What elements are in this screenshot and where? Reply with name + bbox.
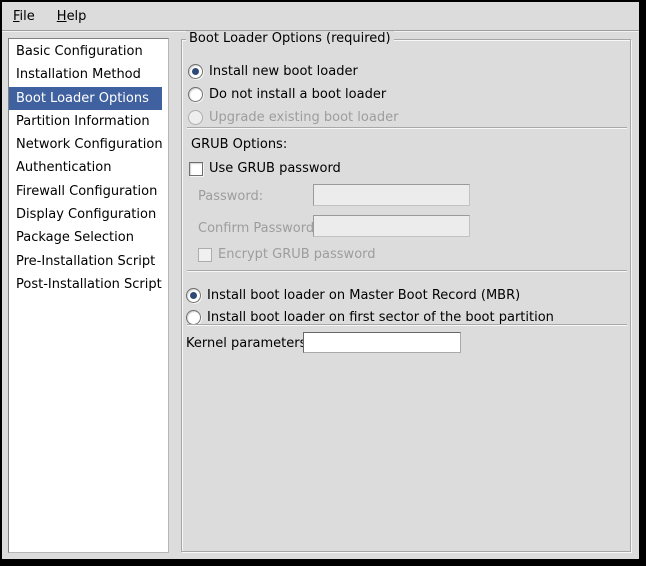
menu-help-label: elp	[67, 9, 87, 24]
use-grub-password-checkbox[interactable]	[189, 162, 203, 176]
upgrade-existing-label: Upgrade existing boot loader	[209, 110, 398, 125]
install-new-boot-loader-radio[interactable]	[188, 64, 203, 79]
separator	[187, 324, 627, 326]
kickstart-configurator-window: File Help Basic Configuration Installati…	[2, 2, 639, 559]
password-field	[313, 184, 470, 206]
sidebar-item-network-configuration[interactable]: Network Configuration	[9, 133, 162, 156]
sidebar-item-installation-method[interactable]: Installation Method	[9, 63, 162, 86]
install-on-first-sector-label[interactable]: Install boot loader on first sector of t…	[207, 310, 554, 325]
use-grub-password-label[interactable]: Use GRUB password	[209, 161, 341, 176]
confirm-password-label: Confirm Password:	[198, 221, 318, 236]
encrypt-grub-password-checkbox	[198, 248, 212, 262]
install-new-boot-loader-label[interactable]: Install new boot loader	[209, 64, 358, 79]
sidebar-item-pre-installation-script[interactable]: Pre-Installation Script	[9, 250, 162, 273]
sidebar-item-post-installation-script[interactable]: Post-Installation Script	[9, 273, 162, 296]
menu-help-mnemonic: H	[57, 9, 67, 24]
separator	[187, 127, 627, 129]
install-on-first-sector-radio[interactable]	[186, 310, 201, 325]
sidebar-item-display-configuration[interactable]: Display Configuration	[9, 203, 162, 226]
radio-row-do-not-install[interactable]: Do not install a boot loader	[188, 86, 386, 103]
radio-row-install-new-boot-loader[interactable]: Install new boot loader	[188, 63, 358, 80]
sidebar-item-package-selection[interactable]: Package Selection	[9, 226, 162, 249]
category-list: Basic Configuration Installation Method …	[8, 38, 169, 553]
grub-options-label: GRUB Options:	[191, 137, 287, 152]
sidebar-item-boot-loader-options[interactable]: Boot Loader Options	[9, 87, 162, 110]
password-label: Password:	[198, 189, 263, 204]
kernel-parameters-input[interactable]	[303, 332, 461, 353]
menu-bar: File Help	[2, 2, 639, 31]
install-on-mbr-label[interactable]: Install boot loader on Master Boot Recor…	[207, 288, 520, 303]
separator	[187, 270, 627, 272]
frame-title: Boot Loader Options (required)	[186, 31, 394, 46]
sidebar-item-partition-information[interactable]: Partition Information	[9, 110, 162, 133]
radio-row-install-on-mbr[interactable]: Install boot loader on Master Boot Recor…	[186, 287, 520, 304]
upgrade-existing-radio	[188, 110, 203, 125]
install-on-mbr-radio[interactable]	[186, 288, 201, 303]
checkbox-row-encrypt-grub-password: Encrypt GRUB password	[198, 246, 376, 263]
menu-file[interactable]: File	[2, 2, 46, 30]
menu-file-label: ile	[20, 9, 35, 24]
encrypt-grub-password-label: Encrypt GRUB password	[218, 247, 376, 262]
sidebar-item-basic-configuration[interactable]: Basic Configuration	[9, 40, 162, 63]
sidebar-item-authentication[interactable]: Authentication	[9, 156, 162, 179]
boot-loader-options-frame: Boot Loader Options (required) Install n…	[181, 39, 631, 552]
kernel-parameters-label: Kernel parameters:	[186, 336, 311, 351]
menu-help[interactable]: Help	[46, 2, 98, 30]
do-not-install-label[interactable]: Do not install a boot loader	[209, 87, 386, 102]
radio-row-upgrade-existing: Upgrade existing boot loader	[188, 109, 398, 126]
do-not-install-radio[interactable]	[188, 87, 203, 102]
confirm-password-field	[313, 215, 470, 237]
checkbox-row-use-grub-password[interactable]: Use GRUB password	[189, 160, 341, 177]
sidebar-item-firewall-configuration[interactable]: Firewall Configuration	[9, 180, 162, 203]
